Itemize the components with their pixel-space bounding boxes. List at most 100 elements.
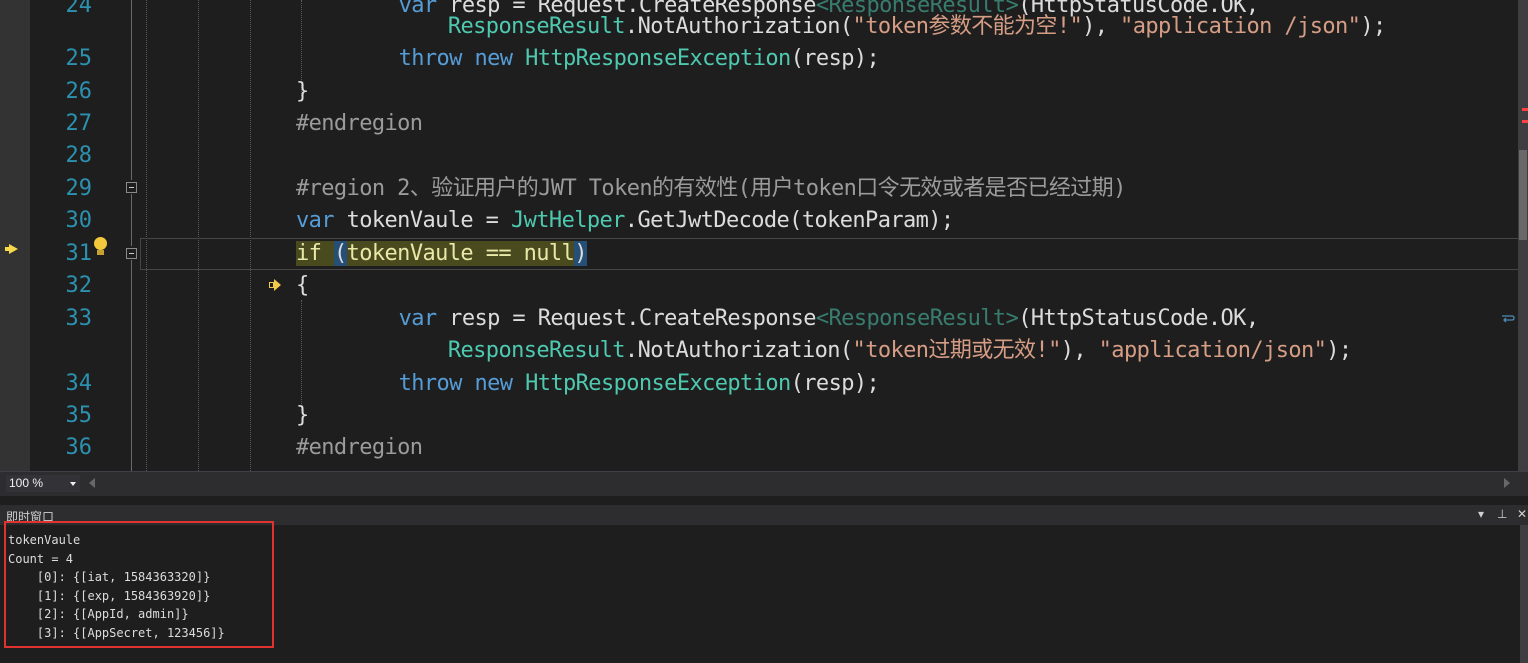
code-text[interactable]: throw new HttpResponseException(resp); bbox=[348, 43, 880, 75]
code-token: "application /json" bbox=[1120, 14, 1361, 39]
line-number[interactable]: 34 bbox=[30, 368, 93, 400]
line-number[interactable]: 26 bbox=[30, 76, 93, 108]
scroll-left-icon[interactable] bbox=[89, 478, 95, 488]
dropdown-icon[interactable]: ▾ bbox=[1478, 507, 1484, 521]
ide-window: 24 var resp = Request.CreateResponse<Res… bbox=[0, 0, 1528, 663]
code-line[interactable]: 34 throw new HttpResponseException(resp)… bbox=[0, 368, 1518, 400]
execution-pointer-icon[interactable] bbox=[5, 244, 18, 254]
code-token: .GetJwtDecode(tokenParam); bbox=[624, 208, 954, 233]
error-marker[interactable] bbox=[1522, 108, 1528, 111]
code-token: new bbox=[474, 46, 513, 71]
code-token: "token过期或无效!" bbox=[852, 338, 1062, 363]
code-text[interactable]: ResponseResult.NotAuthorization("token参数… bbox=[372, 11, 1386, 43]
code-editor[interactable]: 24 var resp = Request.CreateResponse<Res… bbox=[0, 0, 1528, 471]
code-token: } bbox=[296, 403, 309, 428]
code-token: var bbox=[398, 306, 438, 331]
code-token: { bbox=[296, 273, 309, 298]
code-token: #region 2、验证用户的JWT Token的有效性(用户token口令无效… bbox=[296, 176, 1126, 201]
code-text[interactable]: throw new HttpResponseException(resp); bbox=[348, 368, 880, 400]
code-text[interactable]: var tokenVaule = JwtHelper.GetJwtDecode(… bbox=[296, 205, 954, 237]
close-icon[interactable]: ✕ bbox=[1517, 507, 1527, 521]
immediate-vertical-scrollbar[interactable] bbox=[1520, 525, 1528, 663]
code-token: HttpResponseException bbox=[525, 371, 791, 396]
zoom-dropdown[interactable]: 100 % bbox=[6, 475, 80, 492]
code-token: ); bbox=[1360, 14, 1386, 39]
code-line[interactable]: 32 { bbox=[0, 270, 1518, 302]
line-number[interactable]: 29 bbox=[30, 173, 93, 205]
code-token: ResponseResult bbox=[447, 14, 626, 39]
code-token: (resp); bbox=[790, 371, 880, 396]
code-token: ); bbox=[1326, 338, 1352, 363]
code-token: JwtHelper bbox=[510, 208, 625, 233]
code-token: <ResponseResult> bbox=[815, 306, 1019, 331]
code-line[interactable]: 33 var resp = Request.CreateResponse<Res… bbox=[0, 303, 1518, 335]
line-number[interactable]: 27 bbox=[30, 108, 93, 140]
highlight-annotation bbox=[4, 521, 274, 648]
line-number[interactable]: 33 bbox=[30, 303, 93, 335]
code-text[interactable]: } bbox=[296, 76, 309, 108]
code-token: ), bbox=[1082, 14, 1121, 39]
line-number[interactable]: 25 bbox=[30, 43, 93, 75]
code-token: #endregion bbox=[296, 111, 423, 136]
code-token: new bbox=[474, 371, 513, 396]
code-line[interactable]: 25 throw new HttpResponseException(resp)… bbox=[0, 43, 1518, 75]
zoom-value: 100 % bbox=[9, 476, 44, 490]
line-number[interactable]: 28 bbox=[30, 140, 93, 172]
code-line[interactable]: 27 #endregion bbox=[0, 108, 1518, 140]
code-text[interactable]: #region 2、验证用户的JWT Token的有效性(用户token口令无效… bbox=[296, 173, 1126, 205]
error-marker[interactable] bbox=[1522, 120, 1528, 123]
code-text[interactable]: } bbox=[296, 400, 309, 432]
code-token: if bbox=[296, 241, 334, 266]
code-token: resp = Request.CreateResponse bbox=[436, 306, 816, 331]
code-token: HttpResponseException bbox=[525, 46, 791, 71]
code-token: } bbox=[296, 79, 309, 104]
line-number[interactable]: 31 bbox=[30, 238, 93, 270]
pin-icon[interactable]: ⊥ bbox=[1497, 507, 1507, 521]
code-text[interactable]: { bbox=[296, 270, 309, 302]
code-token: throw bbox=[398, 371, 463, 396]
code-line[interactable]: 35} bbox=[0, 400, 1518, 432]
code-token: var bbox=[296, 208, 335, 233]
code-token: #endregion bbox=[296, 435, 423, 460]
code-token: (resp); bbox=[790, 46, 880, 71]
code-token: "token参数不能为空!" bbox=[852, 14, 1083, 39]
code-line[interactable]: 31 if (tokenVaule == null) bbox=[0, 238, 1518, 270]
code-line[interactable]: 28 bbox=[0, 140, 1518, 172]
code-token: ResponseResult bbox=[447, 338, 626, 363]
line-number[interactable]: 32 bbox=[30, 270, 93, 302]
code-token: ) bbox=[574, 241, 587, 266]
scroll-right-icon[interactable] bbox=[1504, 478, 1510, 488]
code-line[interactable]: 30 var tokenVaule = JwtHelper.GetJwtDecod… bbox=[0, 205, 1518, 237]
code-text[interactable]: #endregion bbox=[296, 108, 423, 140]
code-text[interactable]: #endregion bbox=[296, 432, 423, 464]
line-number[interactable]: 36 bbox=[30, 432, 93, 464]
code-text[interactable]: ResponseResult.NotAuthorization("token过期… bbox=[372, 335, 1352, 367]
editor-vertical-scrollbar[interactable] bbox=[1518, 0, 1528, 471]
code-text[interactable]: var resp = Request.CreateResponse<Respon… bbox=[348, 303, 1259, 335]
code-token: "application/json" bbox=[1098, 338, 1327, 363]
code-line[interactable]: 29 #region 2、验证用户的JWT Token的有效性(用户token口令… bbox=[0, 173, 1518, 205]
code-token: tokenVaule == null bbox=[346, 241, 575, 266]
wrap-glyph-icon bbox=[1502, 315, 1515, 323]
code-line[interactable]: 36 #endregion bbox=[0, 432, 1518, 464]
line-number[interactable]: 35 bbox=[30, 400, 93, 432]
line-number[interactable]: 30 bbox=[30, 205, 93, 237]
code-line[interactable]: ResponseResult.NotAuthorization("token参数… bbox=[0, 11, 1518, 43]
step-into-icon[interactable] bbox=[268, 278, 282, 292]
code-token: tokenVaule = bbox=[333, 208, 511, 233]
editor-status-bar: 100 % bbox=[0, 471, 1528, 496]
code-line[interactable]: ResponseResult.NotAuthorization("token过期… bbox=[0, 335, 1518, 367]
code-token: throw bbox=[398, 46, 463, 71]
scrollbar-thumb[interactable] bbox=[1519, 150, 1527, 240]
code-line[interactable]: 26} bbox=[0, 76, 1518, 108]
code-text[interactable]: if (tokenVaule == null) bbox=[296, 238, 587, 270]
lightbulb-icon[interactable] bbox=[94, 237, 107, 255]
